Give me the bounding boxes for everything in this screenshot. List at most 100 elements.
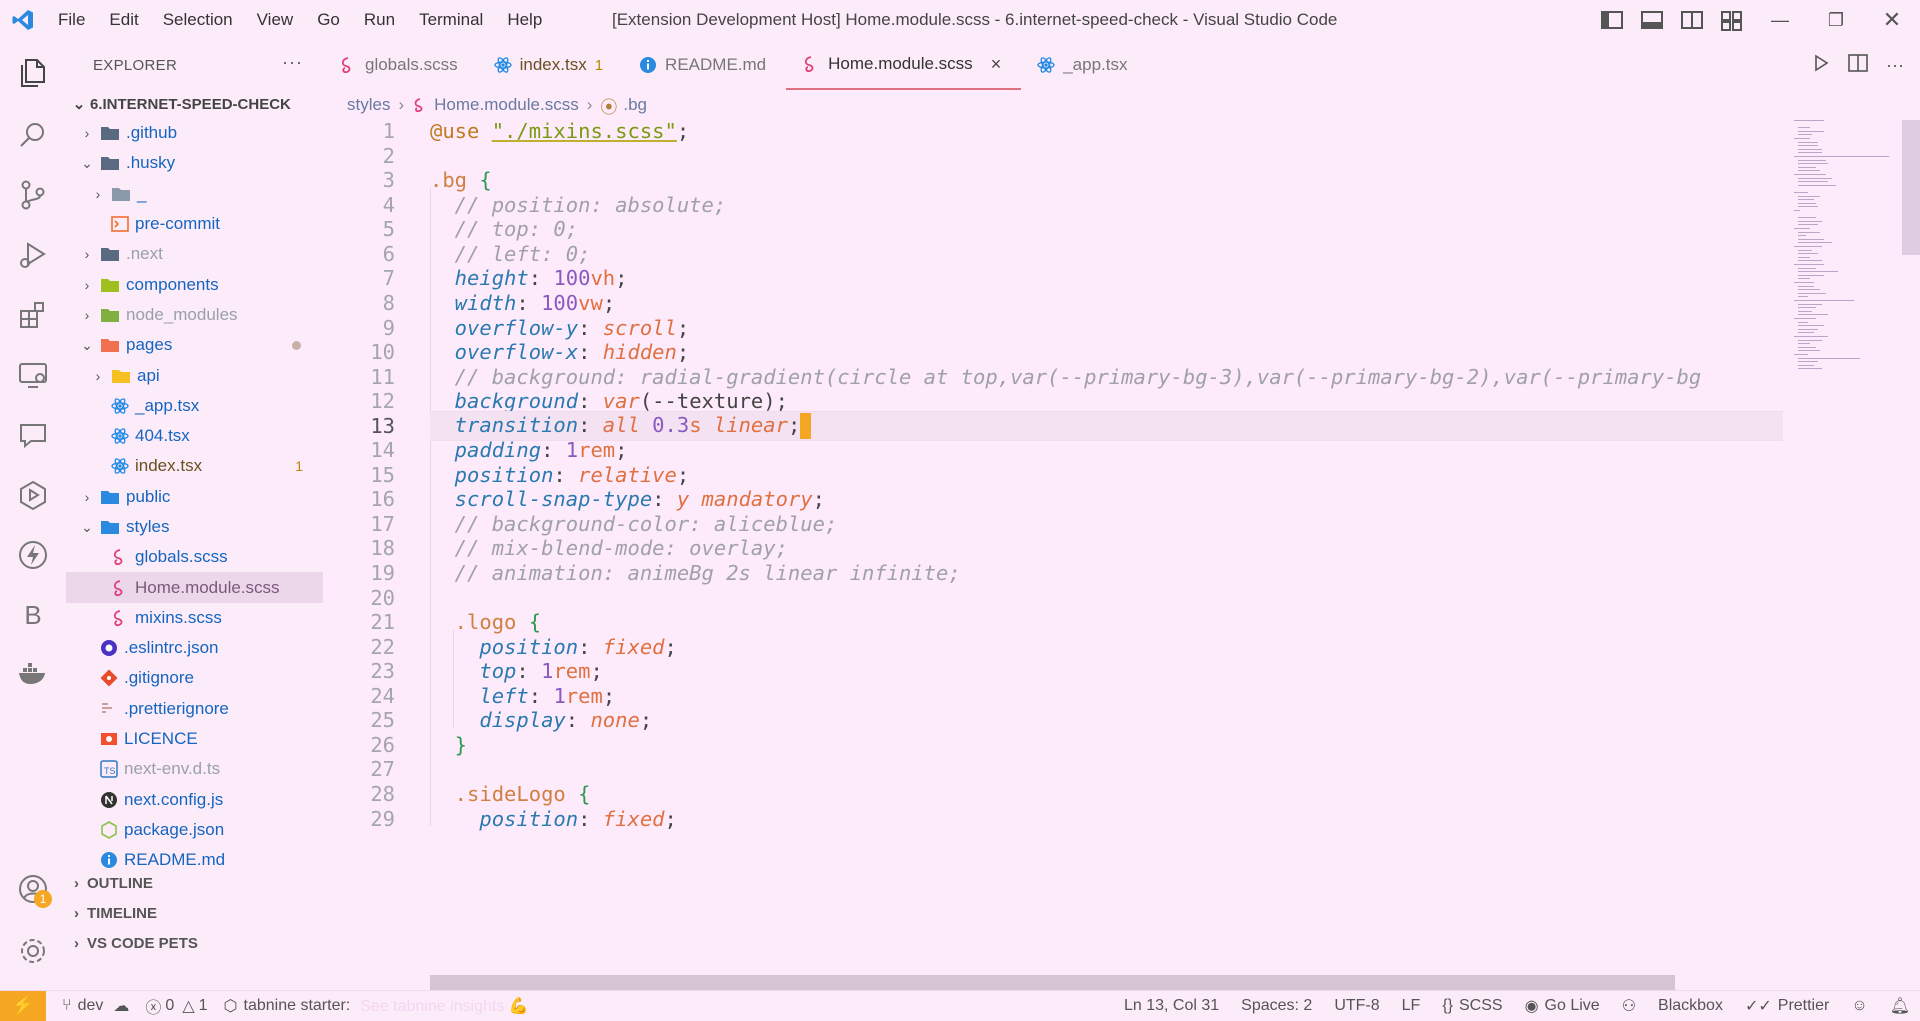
tree-item[interactable]: globals.scss bbox=[66, 542, 323, 572]
editor-tab[interactable]: _app.tsx bbox=[1021, 40, 1147, 90]
tree-item[interactable]: package.json bbox=[66, 815, 323, 845]
chevron-right-icon[interactable]: › bbox=[91, 186, 105, 202]
breadcrumb-symbol[interactable]: .bg bbox=[623, 95, 647, 115]
tree-item[interactable]: ⌄ .husky bbox=[66, 148, 323, 178]
tree-item[interactable]: .gitignore bbox=[66, 663, 323, 693]
remote-explorer-icon[interactable] bbox=[14, 356, 52, 394]
section-vscode-pets[interactable]: › VS CODE PETS bbox=[66, 928, 323, 958]
code-editor[interactable]: 1 @use "./mixins.scss"; 2 3 .bg {4 // positi… bbox=[323, 119, 1783, 990]
chevron-right-icon[interactable]: › bbox=[80, 125, 94, 141]
toggle-panel-icon[interactable] bbox=[1641, 11, 1663, 29]
tree-item[interactable]: › public bbox=[66, 482, 323, 512]
tree-item[interactable]: › components bbox=[66, 269, 323, 299]
tree-item[interactable]: › api bbox=[66, 360, 323, 390]
tree-item[interactable]: ⌄ pages bbox=[66, 330, 323, 360]
testing-icon[interactable] bbox=[14, 476, 52, 514]
thunder-client-icon[interactable] bbox=[14, 536, 52, 574]
extensions-icon[interactable] bbox=[14, 296, 52, 334]
go-live-button[interactable]: ◉ Go Live bbox=[1525, 996, 1600, 1016]
tree-item[interactable]: ⌄ styles bbox=[66, 512, 323, 542]
source-control-icon[interactable] bbox=[14, 176, 52, 214]
explorer-icon[interactable] bbox=[14, 54, 52, 92]
chevron-right-icon[interactable]: › bbox=[91, 368, 105, 384]
chevron-right-icon[interactable]: › bbox=[80, 277, 94, 293]
tree-item[interactable]: .prettierignore bbox=[66, 694, 323, 724]
menu-help[interactable]: Help bbox=[495, 10, 554, 30]
restore-icon[interactable]: ❐ bbox=[1808, 10, 1864, 31]
more-actions-icon[interactable]: ··· bbox=[282, 52, 303, 73]
menu-go[interactable]: Go bbox=[305, 10, 352, 30]
menu-file[interactable]: File bbox=[46, 10, 97, 30]
menu-run[interactable]: Run bbox=[352, 10, 407, 30]
tree-item[interactable]: › node_modules bbox=[66, 300, 323, 330]
feedback-icon[interactable]: ☺ bbox=[1851, 997, 1867, 1015]
comments-icon[interactable] bbox=[14, 416, 52, 454]
blackbox-status[interactable]: Blackbox bbox=[1658, 997, 1723, 1015]
blackbox-icon[interactable]: B bbox=[14, 596, 52, 634]
tree-item[interactable]: LICENCE bbox=[66, 724, 323, 754]
minimap[interactable] bbox=[1790, 120, 1900, 450]
menu-view[interactable]: View bbox=[245, 10, 306, 30]
cursor-position[interactable]: Ln 13, Col 31 bbox=[1124, 997, 1219, 1015]
toggle-primary-sidebar-icon[interactable] bbox=[1601, 11, 1623, 29]
chevron-right-icon[interactable]: › bbox=[80, 489, 94, 505]
prettier-status[interactable]: ✓✓ Prettier bbox=[1745, 996, 1829, 1016]
remote-indicator-icon[interactable]: ⚡ bbox=[0, 990, 46, 1021]
tree-item[interactable]: › .next bbox=[66, 239, 323, 269]
notifications-bell-icon[interactable]: 🔔︎ bbox=[1890, 996, 1910, 1016]
indentation[interactable]: Spaces: 2 bbox=[1241, 997, 1312, 1015]
more-tab-actions-icon[interactable]: ··· bbox=[1886, 55, 1904, 76]
breadcrumb-file[interactable]: Home.module.scss bbox=[434, 95, 579, 115]
tree-item[interactable]: pre-commit bbox=[66, 209, 323, 239]
editor-tab[interactable]: index.tsx 1 bbox=[478, 40, 623, 90]
tree-item[interactable]: _app.tsx bbox=[66, 391, 323, 421]
branch-status[interactable]: ⑂ dev ☁ bbox=[62, 996, 129, 1016]
docker-icon[interactable] bbox=[14, 654, 52, 692]
tree-item[interactable]: › _ bbox=[66, 179, 323, 209]
tree-item[interactable]: TS next-env.d.ts bbox=[66, 754, 323, 784]
editor-tab[interactable]: README.md bbox=[623, 40, 786, 90]
sync-icon[interactable]: ☁ bbox=[113, 996, 129, 1016]
copilot-icon[interactable]: ⚇ bbox=[1622, 996, 1636, 1016]
section-outline[interactable]: › OUTLINE bbox=[66, 868, 323, 898]
tree-item[interactable]: next.config.js bbox=[66, 785, 323, 815]
breadcrumb-styles[interactable]: styles bbox=[347, 95, 390, 115]
search-icon[interactable] bbox=[14, 116, 52, 154]
tree-item[interactable]: index.tsx 1 bbox=[66, 451, 323, 481]
tabnine-status[interactable]: ⬡ tabnine starter: See tabnine insights … bbox=[224, 996, 529, 1016]
section-timeline[interactable]: › TIMELINE bbox=[66, 898, 323, 928]
tree-item[interactable]: .eslintrc.json bbox=[66, 633, 323, 663]
run-debug-icon[interactable] bbox=[14, 236, 52, 274]
minimize-icon[interactable]: — bbox=[1752, 10, 1808, 31]
menu-terminal[interactable]: Terminal bbox=[407, 10, 495, 30]
customize-layout-icon[interactable] bbox=[1721, 11, 1743, 31]
project-root[interactable]: ⌄ 6.INTERNET-SPEED-CHECK bbox=[66, 90, 323, 118]
chevron-right-icon[interactable]: › bbox=[80, 307, 94, 323]
vscode-logo-icon[interactable] bbox=[0, 0, 46, 40]
close-window-icon[interactable]: ✕ bbox=[1864, 7, 1920, 33]
tree-item[interactable]: Home.module.scss bbox=[66, 572, 323, 603]
editor-tab[interactable]: Home.module.scss × bbox=[786, 40, 1022, 90]
run-icon[interactable] bbox=[1812, 54, 1830, 77]
end-of-line[interactable]: LF bbox=[1402, 997, 1421, 1015]
encoding[interactable]: UTF-8 bbox=[1334, 997, 1379, 1015]
tree-item[interactable]: › .github bbox=[66, 118, 323, 148]
language-mode[interactable]: {} SCSS bbox=[1442, 997, 1502, 1015]
vertical-scrollbar[interactable] bbox=[1902, 120, 1920, 255]
close-tab-icon[interactable]: × bbox=[991, 54, 1002, 75]
toggle-secondary-sidebar-icon[interactable] bbox=[1681, 11, 1703, 29]
editor-tab[interactable]: globals.scss bbox=[323, 40, 478, 90]
settings-gear-icon[interactable] bbox=[14, 932, 52, 970]
chevron-down-icon[interactable]: ⌄ bbox=[80, 155, 94, 172]
tree-item[interactable]: 404.tsx bbox=[66, 421, 323, 451]
chevron-right-icon[interactable]: › bbox=[80, 246, 94, 262]
horizontal-scrollbar[interactable] bbox=[430, 975, 1675, 990]
menu-edit[interactable]: Edit bbox=[97, 10, 150, 30]
tree-item[interactable]: README.md bbox=[66, 845, 323, 868]
split-editor-icon[interactable] bbox=[1848, 53, 1868, 77]
tree-item[interactable]: mixins.scss bbox=[66, 603, 323, 633]
accounts-icon[interactable]: 1 bbox=[14, 870, 52, 908]
problems-status[interactable]: ⓧ 0 △ 1 bbox=[145, 994, 207, 1018]
chevron-down-icon[interactable]: ⌄ bbox=[80, 337, 94, 354]
menu-selection[interactable]: Selection bbox=[151, 10, 245, 30]
